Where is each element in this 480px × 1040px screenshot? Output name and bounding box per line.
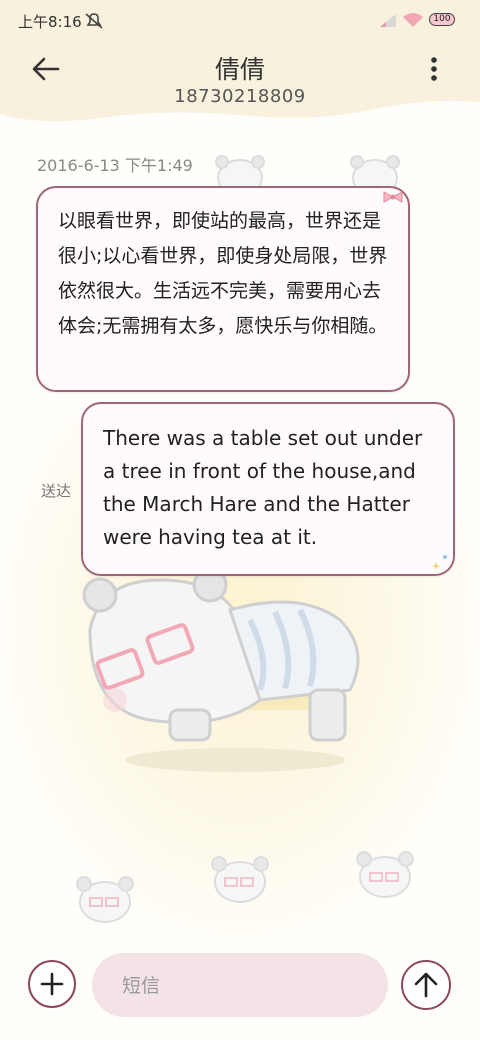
battery-indicator: 100 bbox=[429, 13, 455, 26]
add-attachment-button[interactable] bbox=[28, 960, 76, 1008]
incoming-message-bubble[interactable]: 以眼看世界，即使站的最高，世界还是很小;以心看世界，即使身处局限，世界依然很大。… bbox=[36, 186, 410, 392]
delivery-status: 送达 bbox=[41, 482, 72, 500]
arrow-up-icon bbox=[414, 972, 438, 998]
sparkle-icon bbox=[432, 555, 447, 570]
contact-name: 倩倩 bbox=[214, 55, 265, 84]
battery-level: 100 bbox=[433, 14, 451, 24]
signal-icon bbox=[380, 14, 396, 27]
message-input-container bbox=[92, 953, 388, 1019]
bow-icon bbox=[383, 191, 403, 203]
panda-illustration bbox=[82, 567, 360, 772]
message-text: 以眼看世界，即使站的最高，世界还是很小;以心看世界，即使身处局限，世界依然很大。… bbox=[58, 210, 388, 337]
more-vert-icon[interactable] bbox=[420, 52, 448, 86]
message-text: There was a table set out under a tree i… bbox=[103, 426, 423, 549]
panda-decoration-icon bbox=[76, 876, 134, 923]
message-date: 2016-6-13 下午1:49 bbox=[37, 156, 193, 175]
send-button[interactable] bbox=[401, 960, 451, 1010]
message-input[interactable] bbox=[120, 953, 374, 1019]
plus-icon bbox=[40, 972, 64, 996]
mute-bell-icon bbox=[85, 13, 103, 29]
panda-decoration-icon bbox=[211, 856, 269, 903]
panda-decoration-icon bbox=[356, 851, 414, 898]
contact-phone: 18730218809 bbox=[174, 86, 306, 107]
outgoing-message-bubble[interactable]: There was a table set out under a tree i… bbox=[81, 402, 455, 576]
wifi-icon bbox=[403, 13, 423, 27]
status-time: 上午8:16 bbox=[18, 13, 82, 31]
status-bar: 上午8:16 100 bbox=[0, 0, 480, 40]
